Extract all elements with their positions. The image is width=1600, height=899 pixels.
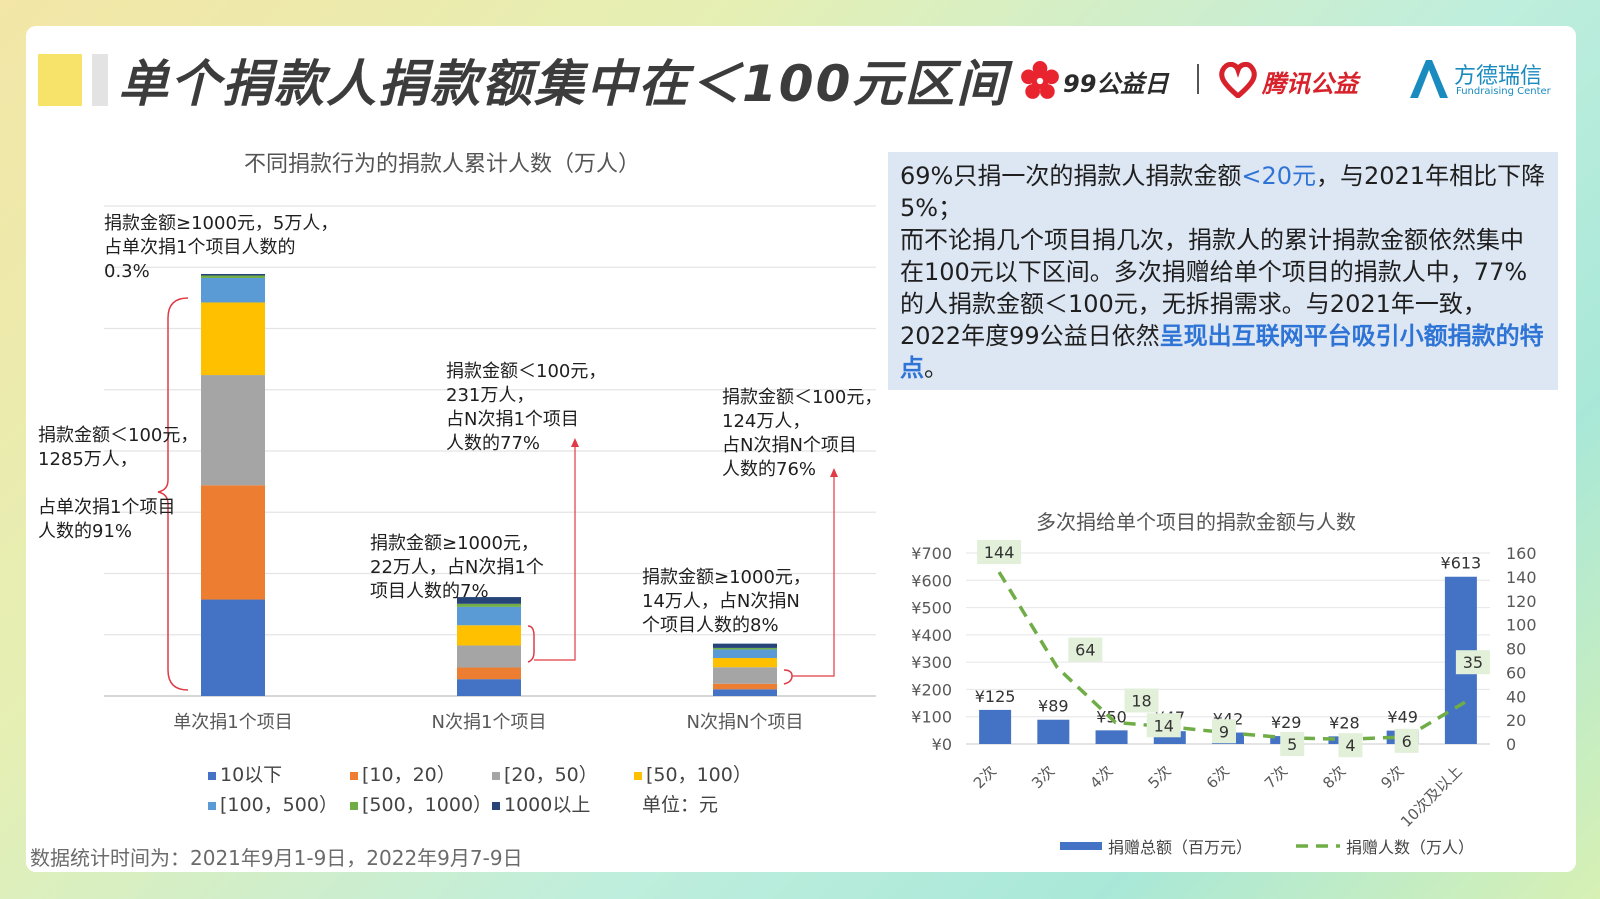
legend-swatch — [350, 771, 358, 780]
annotation-nn-under100: 捐款金额＜100元， 124万人， 占N次捐N个项目 人数的76% — [722, 387, 883, 480]
unit-label: 单位：元 — [642, 794, 719, 816]
data-period-footnote: 数据统计时间为：2021年9月1-9日，2022年9月7-9日 — [30, 846, 523, 870]
annotation-nn-1000: 捐款金额≥1000元， 14万人，占N次捐N 个项目人数的8% — [642, 567, 811, 636]
legend-item-10-20: [10，20） — [350, 760, 456, 787]
legend-label: [500，1000） — [362, 794, 493, 816]
logo-99-text: 99公益日 — [1063, 70, 1169, 98]
annotation-n1-1000: 捐款金额≥1000元， 22万人，占N次捐1个 项目人数的7% — [370, 533, 544, 602]
legend-label: [100，500） — [220, 794, 338, 816]
legend-swatch — [492, 771, 500, 780]
legend-label: 10以下 — [220, 764, 283, 786]
title-accent-bar-gray — [92, 54, 108, 106]
summary-line1-a: 69%只捐一次的捐款人捐款金额 — [900, 162, 1242, 190]
legend-swatch — [634, 771, 642, 780]
title-accent-bar — [38, 54, 82, 106]
x-label-cat-0: 单次捐1个项目 — [173, 712, 293, 733]
fundraising-center-logo-icon — [1410, 60, 1448, 98]
logo-divider — [1197, 64, 1199, 94]
page-title: 单个捐款人捐款额集中在＜100元区间 — [118, 55, 1009, 113]
legend-item-10以下: 10以下 — [208, 760, 282, 787]
annotation-single-share: 占单次捐1个项目 人数的91% — [38, 497, 176, 542]
legend-swatch — [350, 801, 358, 810]
summary-line2-end: 。 — [924, 354, 948, 382]
99-flower-logo-icon — [1021, 61, 1059, 99]
legend-label: [50，100） — [646, 764, 752, 786]
legend-item-500-1000: [500，1000） — [350, 790, 492, 817]
legend-label: [20，50） — [504, 764, 598, 786]
legend-swatch — [492, 801, 500, 810]
summary-line1-highlight: <20元 — [1241, 162, 1316, 190]
logo-tencent-text: 腾讯公益 — [1262, 70, 1358, 98]
logo-fd-english-text: Fundraising Center — [1456, 86, 1551, 97]
annotation-single-under100: 捐款金额＜100元， 1285万人， — [38, 425, 199, 470]
x-label-cat-1: N次捐1个项目 — [431, 712, 547, 733]
legend-item-100-500: [100，500） — [208, 790, 338, 817]
legend-item-20-50: [20，50） — [492, 760, 598, 787]
annotation-n1-under100: 捐款金额＜100元， 231万人， 占N次捐1个项目 人数的77% — [446, 361, 607, 454]
legend-item-50-100: [50，100） — [634, 760, 752, 787]
legend-label: [10，20） — [362, 764, 456, 786]
legend-label: 1000以上 — [504, 794, 591, 816]
legend-item-1000plus: 1000以上 — [492, 790, 590, 817]
x-label-cat-2: N次捐N个项目 — [686, 712, 804, 733]
annotation-single-1000: 捐款金额≥1000元，5万人， 占单次捐1个项目人数的 0.3% — [104, 213, 339, 282]
legend-swatch — [208, 801, 216, 810]
summary-text-box: 69%只捐一次的捐款人捐款金额<20元，与2021年相比下降5%； 而不论捐几个… — [888, 152, 1558, 390]
left-chart-title: 不同捐款行为的捐款人累计人数（万人） — [244, 152, 641, 177]
legend-swatch — [208, 771, 216, 780]
right-chart-title: 多次捐给单个项目的捐款金额与人数 — [1036, 510, 1356, 534]
tencent-heart-logo-icon — [1219, 62, 1257, 98]
